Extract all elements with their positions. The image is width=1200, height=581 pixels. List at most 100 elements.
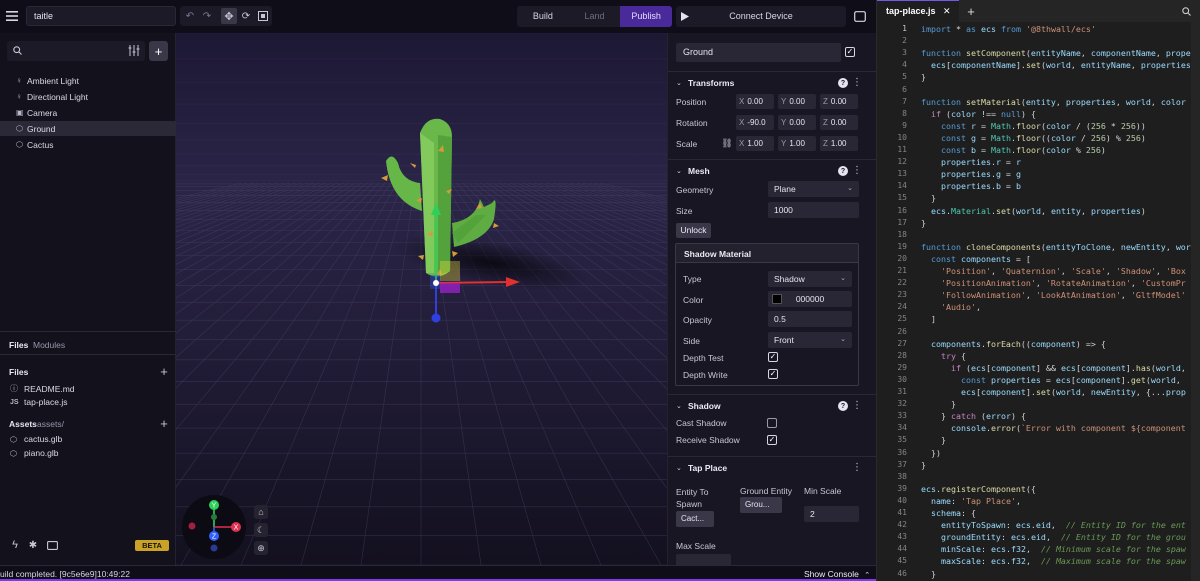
asset-item-piano[interactable]: ⬡ piano.glb <box>10 448 59 458</box>
entity-name-input[interactable]: Ground <box>676 43 841 62</box>
add-entity-button[interactable]: + <box>149 41 168 61</box>
chevron-down-icon[interactable]: ⌄ <box>676 402 682 410</box>
chat-icon[interactable] <box>45 538 59 552</box>
editor-tab-tap-place[interactable]: tap-place.js ✕ <box>877 0 959 22</box>
code-line[interactable]: import * as ecs from '@8thwall/ecs' <box>921 24 1096 34</box>
file-item-readme[interactable]: ⓘ README.md <box>10 383 75 394</box>
code-line[interactable]: } catch (error) { <box>921 411 1026 421</box>
geometry-select[interactable]: Plane ⌄ <box>768 181 859 197</box>
code-line[interactable]: } <box>921 460 926 470</box>
help-icon[interactable]: ? <box>838 166 848 176</box>
code-line[interactable]: entityToSpawn: ecs.eid, // Entity ID for… <box>921 520 1186 530</box>
help-icon[interactable]: ? <box>838 401 848 411</box>
connect-device-bar[interactable]: Connect Device <box>676 6 846 27</box>
scale-tool-icon[interactable] <box>256 9 270 23</box>
minimap[interactable] <box>1191 22 1200 581</box>
min-scale-input[interactable]: 2 <box>804 506 859 522</box>
code-line[interactable]: } <box>921 193 936 203</box>
help-icon[interactable]: ? <box>838 78 848 88</box>
code-line[interactable]: ] <box>921 314 936 324</box>
bug-icon[interactable]: ✱ <box>26 538 40 552</box>
code-line[interactable]: properties.g = g <box>921 169 1021 179</box>
code-line[interactable]: minScale: ecs.f32, // Minimum scale for … <box>921 544 1186 554</box>
code-line[interactable]: properties.r = r <box>921 157 1021 167</box>
code-line[interactable]: properties.b = b <box>921 181 1021 191</box>
more-options-icon[interactable]: ⋮ <box>852 165 862 176</box>
code-line[interactable]: try { <box>921 351 966 361</box>
mode-build-tab[interactable]: Build <box>517 6 569 27</box>
undo-icon[interactable]: ↶ <box>183 9 197 23</box>
code-line[interactable]: components.forEach((component) => { <box>921 339 1106 349</box>
code-line[interactable]: ecs[component].set(world, newEntity, {..… <box>921 387 1186 397</box>
search-icon[interactable] <box>1179 4 1193 18</box>
code-line[interactable]: } <box>921 399 956 409</box>
more-options-icon[interactable]: ⋮ <box>852 400 862 411</box>
code-line[interactable]: name: 'Tap Place', <box>921 496 1021 506</box>
hierarchy-item-cactus[interactable]: ⬡ Cactus <box>0 137 176 152</box>
code-line[interactable]: } <box>921 569 936 579</box>
tab-modules[interactable]: Modules <box>33 340 65 350</box>
scale-y-input[interactable]: Y 1.00 <box>778 136 816 151</box>
rotate-tool-icon[interactable]: ⟳ <box>239 9 253 23</box>
code-line[interactable]: const components = [ <box>921 254 1031 264</box>
position-y-input[interactable]: Y 0.00 <box>778 94 816 109</box>
redo-icon[interactable]: ↷ <box>200 9 214 23</box>
mode-land-tab[interactable]: Land <box>569 6 621 27</box>
entity-to-spawn-select[interactable]: Cact... <box>676 511 714 527</box>
material-type-select[interactable]: Shadow ⌄ <box>768 271 852 287</box>
hierarchy-item-camera[interactable]: ▣ Camera <box>0 105 176 120</box>
code-line[interactable]: } <box>921 218 926 228</box>
code-line[interactable]: const r = Math.floor(color / (256 * 256)… <box>921 121 1146 131</box>
code-line[interactable]: console.error(`Error with component ${co… <box>921 423 1186 433</box>
code-line[interactable]: groundEntity: ecs.eid, // Entity ID for … <box>921 532 1186 542</box>
code-line[interactable]: }) <box>921 448 941 458</box>
ground-entity-select[interactable]: Grou... <box>740 497 782 513</box>
code-line[interactable]: schema: { <box>921 508 976 518</box>
show-console-button[interactable]: Show Console ⌃ <box>804 569 870 579</box>
code-line[interactable]: ecs[componentName].set(world, entityName… <box>921 60 1191 70</box>
size-input[interactable]: 1000 <box>768 202 859 218</box>
cast-shadow-checkbox[interactable] <box>767 418 777 428</box>
window-layout-icon[interactable] <box>852 8 868 24</box>
position-z-input[interactable]: Z 0.00 <box>820 94 858 109</box>
unlock-button[interactable]: Unlock <box>676 223 711 238</box>
opacity-input[interactable]: 0.5 <box>768 311 852 327</box>
mode-publish-tab[interactable]: Publish <box>620 6 673 27</box>
chevron-down-icon[interactable]: ⌄ <box>676 464 682 472</box>
code-line[interactable]: if (color !== null) { <box>921 109 1036 119</box>
code-line[interactable]: 'PositionAnimation', 'RotateAnimation', … <box>921 278 1186 288</box>
add-file-button[interactable]: + <box>157 364 171 379</box>
add-tab-button[interactable]: + <box>963 3 979 19</box>
lighting-mode-icon[interactable]: ☾ <box>254 523 268 537</box>
rotation-z-input[interactable]: Z 0.00 <box>820 115 858 130</box>
code-line[interactable]: maxScale: ecs.f32, // Maximum scale for … <box>921 556 1186 566</box>
material-color-input[interactable]: 000000 <box>768 291 852 307</box>
move-tool-icon[interactable]: ✥ <box>221 8 237 24</box>
home-view-icon[interactable]: ⌂ <box>254 505 268 519</box>
scale-x-input[interactable]: X 1.00 <box>736 136 774 151</box>
more-options-icon[interactable]: ⋮ <box>852 462 862 473</box>
link-scale-icon[interactable]: ⛓ <box>721 136 732 150</box>
receive-shadow-checkbox[interactable]: ✓ <box>767 435 777 445</box>
close-icon[interactable]: ✕ <box>943 1 951 22</box>
max-scale-input[interactable] <box>676 554 731 565</box>
code-line[interactable]: function setMaterial(entity, properties,… <box>921 97 1186 107</box>
hamburger-menu-icon[interactable] <box>4 8 20 24</box>
asset-item-cactus[interactable]: ⬡ cactus.glb <box>10 434 62 444</box>
code-line[interactable]: const b = Math.floor(color % 256) <box>921 145 1106 155</box>
project-title-input[interactable]: taitle <box>26 6 176 26</box>
chevron-down-icon[interactable]: ⌄ <box>676 79 682 87</box>
file-item-tap-place[interactable]: JS tap-place.js <box>10 397 67 407</box>
hierarchy-item-ground[interactable]: ⬡ Ground <box>0 121 176 136</box>
hierarchy-item-ambient-light[interactable]: ♀ Ambient Light <box>0 73 176 88</box>
code-line[interactable]: ecs.registerComponent({ <box>921 484 1036 494</box>
position-x-input[interactable]: X 0.00 <box>736 94 774 109</box>
scale-z-input[interactable]: Z 1.00 <box>820 136 858 151</box>
code-line[interactable]: 'Audio', <box>921 302 981 312</box>
code-line[interactable]: 'Position', 'Quaternion', 'Scale', 'Shad… <box>921 266 1186 276</box>
orientation-gizmo[interactable]: Y X Z <box>182 495 246 559</box>
more-options-icon[interactable]: ⋮ <box>852 77 862 88</box>
code-line[interactable]: const properties = ecs[component].get(wo… <box>921 375 1186 385</box>
search-input[interactable] <box>7 41 145 61</box>
scene-viewport[interactable]: ⌂ ☾ ⊕ <box>176 33 667 565</box>
